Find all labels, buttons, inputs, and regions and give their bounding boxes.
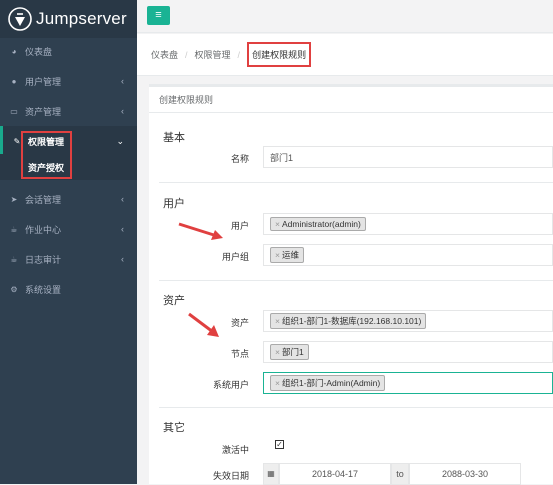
annotation-arrow xyxy=(178,222,223,240)
node-label: 节点 xyxy=(230,349,249,359)
rocket-icon: ➤ xyxy=(10,194,18,204)
sidebar-item-label: 作业中心 xyxy=(25,224,62,235)
coffee-icon: ☕ xyxy=(10,254,18,264)
brand-name: Jumpserver xyxy=(36,9,127,28)
tag-remove-icon[interactable]: × xyxy=(275,250,280,260)
breadcrumb-current: 创建权限规则 xyxy=(247,42,312,67)
sidebar-item-settings[interactable]: ⚙ 系统设置 xyxy=(0,274,137,304)
group-icon: ● xyxy=(11,76,17,86)
tag-remove-icon[interactable]: × xyxy=(275,378,280,388)
section-title-basic: 基本 xyxy=(163,132,185,144)
user-select[interactable]: × Administrator(admin) xyxy=(263,213,553,235)
section-title-other: 其它 xyxy=(163,422,185,434)
section-divider xyxy=(159,182,553,183)
asset-select[interactable]: × 组织1-部门1-数据库(192.168.10.101) xyxy=(263,310,553,332)
tag-remove-icon[interactable]: × xyxy=(275,316,280,326)
active-checkbox[interactable]: ✓ xyxy=(275,440,284,449)
user-group-select[interactable]: × 运维 xyxy=(263,244,553,266)
date-end-input[interactable]: 2088-03-30 xyxy=(409,463,521,485)
user-group-label: 用户组 xyxy=(221,252,249,262)
sidebar-item-users[interactable]: ● 用户管理 ‹ xyxy=(0,66,137,96)
asset-tag-label: 组织1-部门1-数据库(192.168.10.101) xyxy=(281,316,422,326)
user-group-tag[interactable]: × 运维 xyxy=(270,247,304,263)
form-panel: 创建权限规则 基本 名称 部门1 用户 用户 × Administrator(ad… xyxy=(149,84,553,485)
chevron-left-icon: ‹ xyxy=(121,106,124,116)
breadcrumb-parent[interactable]: 权限管理 xyxy=(195,48,231,61)
sidebar-item-jobs[interactable]: ☕ 作业中心 ‹ xyxy=(0,214,137,244)
sidebar-item-audit[interactable]: ☕ 日志审计 ‹ xyxy=(0,244,137,274)
section-title-users: 用户 xyxy=(163,198,185,210)
date-range-separator: to xyxy=(391,463,409,485)
chevron-left-icon: ‹ xyxy=(121,76,124,86)
chevron-left-icon: ‹ xyxy=(121,254,124,264)
section-title-assets: 资产 xyxy=(163,295,185,307)
sidebar: Jumpserver ◕ 仪表盘 ● 用户管理 ‹ ▭ 资产管理 ‹ ✎ 权限管… xyxy=(0,0,137,484)
sidebar-item-label: 资产管理 xyxy=(25,106,62,117)
sidebar-item-sessions[interactable]: ➤ 会话管理 ‹ xyxy=(0,184,137,214)
name-field[interactable]: 部门1 xyxy=(263,146,553,168)
breadcrumb-home[interactable]: 仪表盘 xyxy=(151,48,178,61)
system-user-label: 系统用户 xyxy=(212,380,249,390)
sidebar-item-label: 日志审计 xyxy=(25,254,62,265)
breadcrumb-separator: / xyxy=(237,49,241,60)
breadcrumb: 仪表盘 / 权限管理 / 创建权限规则 xyxy=(137,34,553,76)
system-user-tag-label: 组织1-部门-Admin(Admin) xyxy=(281,378,381,388)
chevron-left-icon: ‹ xyxy=(121,224,124,234)
expire-date-label: 失效日期 xyxy=(212,471,249,481)
node-tag-label: 部门1 xyxy=(281,347,304,357)
highlight-box xyxy=(21,131,72,179)
sidebar-item-label: 仪表盘 xyxy=(25,46,53,57)
sidebar-item-label: 会话管理 xyxy=(25,194,62,205)
calendar-icon: ▦ xyxy=(263,463,279,485)
user-tag[interactable]: × Administrator(admin) xyxy=(270,217,366,231)
active-label: 激活中 xyxy=(221,445,249,455)
name-value: 部门1 xyxy=(270,152,294,163)
section-divider xyxy=(159,280,553,281)
jumpserver-logo-icon xyxy=(8,7,32,31)
node-select[interactable]: × 部门1 xyxy=(263,341,553,363)
tag-remove-icon[interactable]: × xyxy=(275,219,280,229)
sidebar-item-label: 用户管理 xyxy=(25,76,62,87)
tag-remove-icon[interactable]: × xyxy=(275,347,280,357)
coffee-icon: ☕ xyxy=(10,224,18,234)
asset-tag[interactable]: × 组织1-部门1-数据库(192.168.10.101) xyxy=(270,313,427,329)
node-tag[interactable]: × 部门1 xyxy=(270,344,309,360)
topbar: ≡ xyxy=(137,0,553,33)
gears-icon: ⚙ xyxy=(10,284,18,294)
panel-title: 创建权限规则 xyxy=(149,87,553,113)
menu-toggle-button[interactable]: ≡ xyxy=(147,6,170,25)
user-group-tag-label: 运维 xyxy=(281,250,299,260)
date-start-input[interactable]: 2018-04-17 xyxy=(279,463,391,485)
sidebar-item-label: 系统设置 xyxy=(25,284,62,295)
date-range: ▦ 2018-04-17 to 2088-03-30 xyxy=(263,463,553,485)
logo[interactable]: Jumpserver xyxy=(0,0,137,38)
annotation-arrow xyxy=(188,312,219,337)
system-user-select[interactable]: × 组织1-部门-Admin(Admin) xyxy=(263,372,553,394)
system-user-tag[interactable]: × 组织1-部门-Admin(Admin) xyxy=(270,375,386,391)
main-content: ≡ 仪表盘 / 权限管理 / 创建权限规则 创建权限规则 基本 名称 部门1 用… xyxy=(137,0,553,485)
chevron-left-icon: ‹ xyxy=(121,194,124,204)
breadcrumb-separator: / xyxy=(185,49,188,60)
inbox-icon: ▭ xyxy=(10,106,18,116)
user-tag-label: Administrator(admin) xyxy=(281,219,361,229)
sidebar-item-assets[interactable]: ▭ 资产管理 ‹ xyxy=(0,96,137,126)
name-label: 名称 xyxy=(230,154,249,164)
hamburger-icon: ≡ xyxy=(155,9,162,21)
sidebar-item-dashboard[interactable]: ◕ 仪表盘 xyxy=(0,36,137,66)
chevron-down-icon: ⌄ xyxy=(116,135,124,146)
dashboard-icon: ◕ xyxy=(11,46,17,56)
section-divider xyxy=(159,407,553,408)
